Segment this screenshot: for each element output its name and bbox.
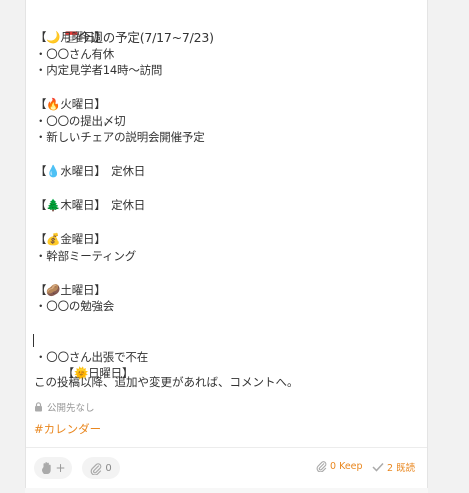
post-body[interactable]: 今週の予定(7/17~7/23) 【🌙月曜日】 ・〇〇さん有休 ・内定見学者14… xyxy=(33,12,420,380)
post-title-line: 今週の予定(7/17~7/23) xyxy=(35,12,420,45)
wednesday-line: 【💧水曜日】 定休日 xyxy=(35,164,146,178)
paperclip-icon xyxy=(90,462,102,475)
visibility-indicator: 公開先なし xyxy=(34,400,95,414)
attachment-button[interactable]: 0 xyxy=(82,457,120,479)
post-card: 今週の予定(7/17~7/23) 【🌙月曜日】 ・〇〇さん有休 ・内定見学者14… xyxy=(25,0,428,493)
reaction-hand-icon xyxy=(42,462,52,474)
checkmark-icon xyxy=(372,462,384,472)
friday-item: ・幹部ミーティング xyxy=(35,248,137,263)
closing-note: この投稿以降、追加や変更があれば、コメントへ。 xyxy=(34,375,299,389)
tuesday-item: ・〇〇の提出〆切 xyxy=(35,113,126,128)
friday-header: 【💰金曜日】 xyxy=(35,232,106,246)
saturday-item: ・〇〇の勉強会 xyxy=(35,299,115,313)
monday-item: ・内定見学者14時～訪問 xyxy=(35,63,163,77)
keep-button[interactable]: 0 Keep xyxy=(316,460,363,472)
right-gutter xyxy=(428,0,469,493)
read-count-button[interactable]: 2 既読 xyxy=(372,460,415,474)
keep-label: 0 Keep xyxy=(330,460,363,472)
reaction-plus: + xyxy=(55,461,66,475)
add-reaction-button[interactable]: + xyxy=(34,457,72,479)
monday-item: ・〇〇さん有休 xyxy=(35,46,115,61)
attach-count: 0 xyxy=(105,462,112,474)
sunday-item: ・〇〇さん出張で不在 xyxy=(35,349,148,364)
paperclip-icon xyxy=(316,461,327,472)
tuesday-item: ・新しいチェアの説明会開催予定 xyxy=(35,130,205,144)
page: 今週の予定(7/17~7/23) 【🌙月曜日】 ・〇〇さん有休 ・内定見学者14… xyxy=(0,0,469,493)
left-gutter xyxy=(0,0,25,493)
lock-icon xyxy=(35,402,42,412)
saturday-header: 【🥔土曜日】 xyxy=(35,282,106,297)
hashtag-link[interactable]: #カレンダー xyxy=(34,421,101,437)
footer-divider xyxy=(26,447,427,448)
thursday-line: 【🌲木曜日】 定休日 xyxy=(35,198,146,212)
read-label: 2 既読 xyxy=(387,463,416,474)
visibility-label: 公開先なし xyxy=(47,403,95,414)
tuesday-header: 【🔥火曜日】 xyxy=(35,97,106,111)
monday-header: 【🌙月曜日】 xyxy=(35,30,106,44)
sunday-header-line: 【🌞日曜日】 xyxy=(33,332,420,380)
text-cursor xyxy=(33,334,34,347)
card-bottom-edge xyxy=(25,488,428,493)
